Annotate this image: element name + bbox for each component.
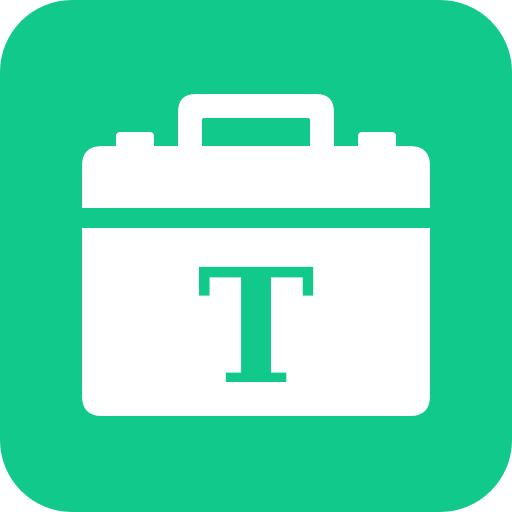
toolbox-app-icon: T	[0, 0, 512, 512]
letter-t-glyph: T	[197, 235, 315, 420]
toolbox-lid	[82, 146, 430, 208]
